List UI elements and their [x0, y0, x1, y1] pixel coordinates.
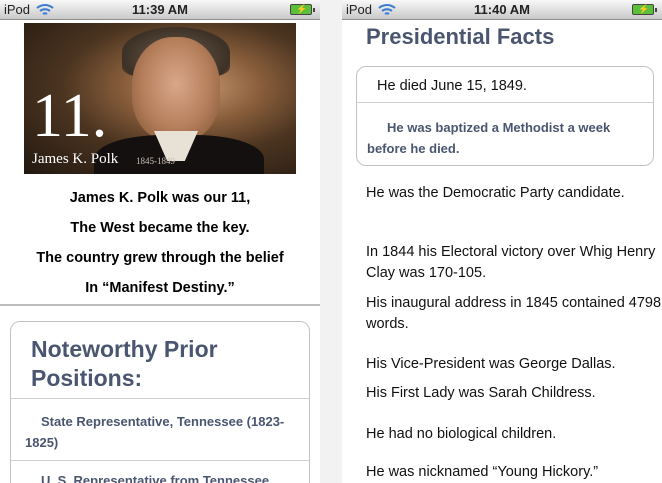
status-time: 11:40 AM	[474, 2, 530, 17]
portrait-face	[132, 37, 220, 141]
screen-facts: iPod 11:40 AM ⚡ Presidential Facts He di…	[342, 0, 662, 483]
position-item[interactable]: U. S. Representative from Tennessee	[11, 460, 309, 483]
term-years: 1845-1849	[136, 156, 175, 166]
screen-poem: iPod 11:39 AM ⚡ 11. James K. Polk 1845-1…	[0, 0, 320, 483]
status-bar: iPod 11:40 AM ⚡	[342, 0, 662, 20]
president-number: 11.	[32, 82, 108, 150]
fact-item: His First Lady was Sarah Childress.	[366, 385, 596, 401]
fact-item: In 1844 his Electoral victory over Whig …	[366, 244, 656, 281]
position-item[interactable]: State Representative, Tennessee (1823-18…	[11, 398, 309, 460]
fact-item: He had no biological children.	[366, 426, 557, 442]
poem: James K. Polk was our 11, The West becam…	[0, 183, 320, 303]
poem-line: The country grew through the belief	[36, 250, 284, 266]
death-card: He died June 15, 1849. He was baptized a…	[356, 66, 654, 166]
battery-icon: ⚡	[290, 4, 315, 15]
screen-separator	[320, 0, 342, 483]
poem-line: In “Manifest Destiny.”	[85, 280, 235, 296]
baptism-fact[interactable]: He was baptized a Methodist a week befor…	[357, 102, 653, 166]
page-title: Presidential Facts	[366, 24, 555, 49]
poem-line: James K. Polk was our 11,	[69, 190, 251, 206]
fact-item: His Vice-President was George Dallas.	[366, 356, 616, 372]
battery-icon: ⚡	[632, 4, 657, 15]
fact-item: He was nicknamed “Young Hickory.”	[366, 464, 599, 480]
fact-item: He was the Democratic Party candidate.	[366, 185, 625, 201]
positions-card: Noteworthy Prior Positions: State Repres…	[10, 321, 310, 483]
death-date[interactable]: He died June 15, 1849.	[357, 67, 653, 102]
status-time: 11:39 AM	[132, 2, 188, 17]
positions-heading: Noteworthy Prior Positions:	[31, 336, 218, 391]
president-portrait: 11. James K. Polk 1845-1849	[24, 23, 296, 174]
president-name-caption: James K. Polk	[32, 151, 119, 167]
section-divider	[0, 304, 320, 306]
fact-item: His inaugural address in 1845 contained …	[366, 295, 662, 332]
status-bar: iPod 11:39 AM ⚡	[0, 0, 320, 20]
poem-line: The West became the key.	[70, 220, 250, 236]
